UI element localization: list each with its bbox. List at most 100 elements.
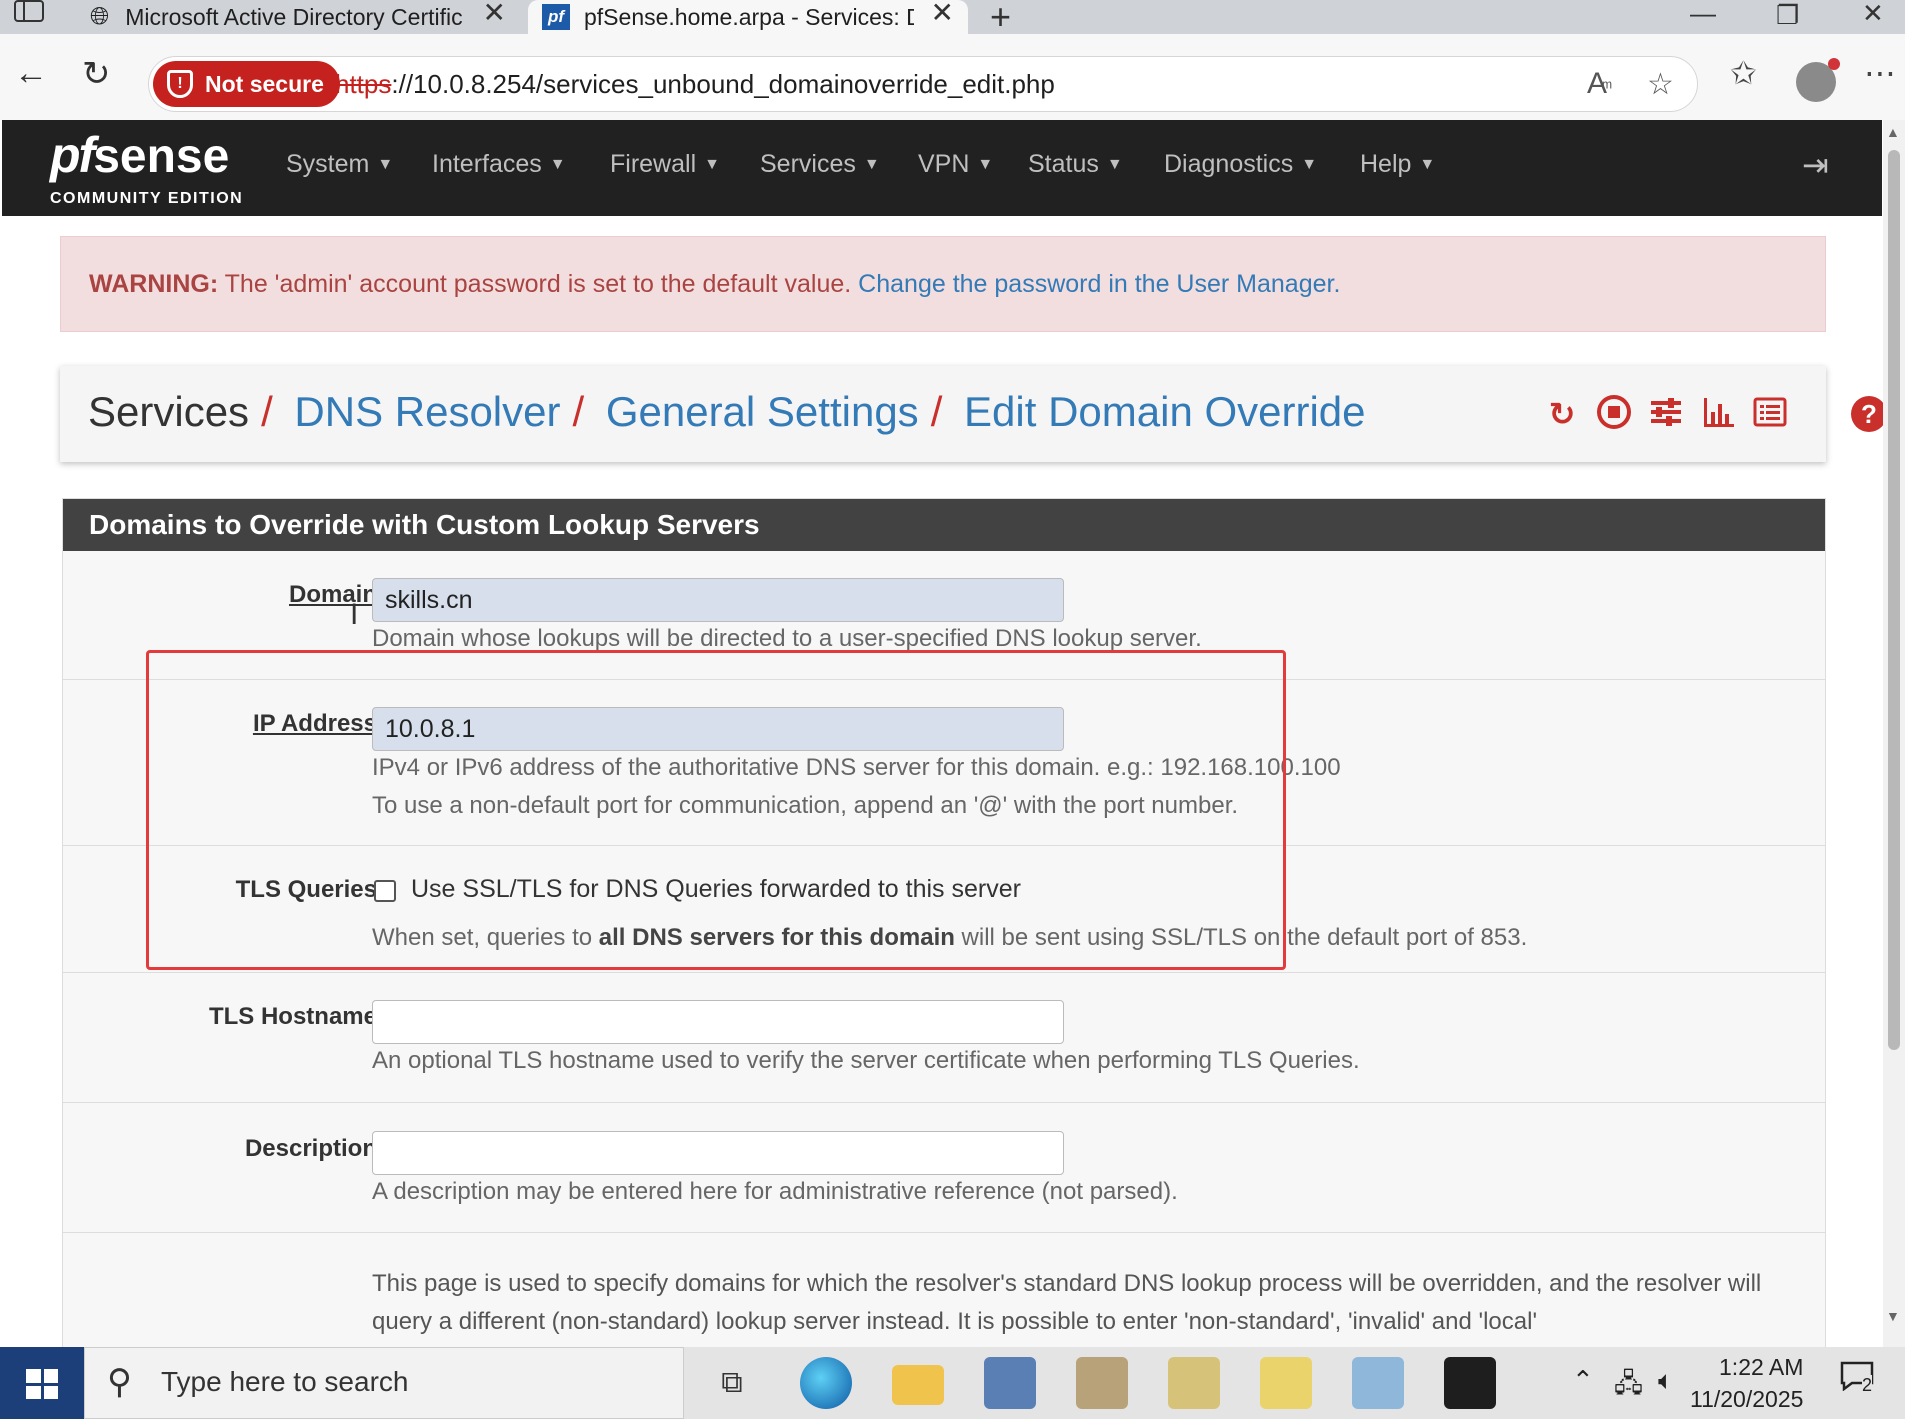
taskbar-clock[interactable]: 1:22 AM 11/20/2025 [1690,1351,1803,1415]
restore-icon[interactable]: ❐ [1776,0,1799,31]
logout-icon[interactable]: ⇥ [1802,146,1829,184]
not-secure-badge[interactable]: ! Not secure [153,61,340,107]
tls-hostname-row: TLS Hostname An optional TLS hostname us… [63,973,1825,1103]
address-bar-row: ← ↻ ! Not secure https://10.0.8.254/serv… [0,34,1905,120]
close-icon[interactable]: ✕ [931,0,954,27]
text-cursor-icon: I [350,598,359,631]
file-explorer-icon[interactable] [892,1365,944,1405]
show-hidden-icons-icon[interactable]: ⌃ [1572,1365,1594,1396]
notification-dot-icon [1828,58,1840,70]
window-close-icon[interactable]: ✕ [1862,0,1884,29]
domain-input[interactable] [372,578,1064,622]
default-password-warning: WARNING: The 'admin' account password is… [60,236,1826,332]
scroll-down-icon[interactable]: ▼ [1886,1308,1900,1324]
browser-tab-strip: 🌐︎ Microsoft Active Directory Certific ✕… [0,0,1905,37]
caret-down-icon: ▼ [863,156,880,174]
breadcrumb-general-settings[interactable]: General Settings [606,388,919,435]
refresh-icon[interactable]: ↻ [82,54,111,94]
ip-address-help-1: IPv4 or IPv6 address of the authoritativ… [372,754,1341,781]
description-label: Description [244,1135,377,1162]
menu-help[interactable]: Help ▼ [1360,150,1435,179]
search-icon: ⚲ [107,1363,132,1401]
address-bar[interactable]: ! Not secure https://10.0.8.254/services… [148,56,1698,112]
task-view-icon[interactable]: ⧉ [706,1357,758,1409]
domain-override-panel: Domains to Override with Custom Lookup S… [62,498,1826,1347]
taskbar-search-box[interactable]: ⚲ Type here to search [84,1347,684,1419]
tls-queries-checkbox-label[interactable]: Use SSL/TLS for DNS Queries forwarded to… [411,875,1021,904]
close-icon[interactable]: ✕ [483,0,506,27]
scrollbar-thumb[interactable] [1888,150,1900,1050]
sidebar-toggle-icon[interactable] [14,0,54,28]
back-arrow-icon[interactable]: ← [14,54,48,93]
caret-down-icon: ▼ [549,156,566,174]
log-list-icon[interactable] [1750,394,1790,434]
start-button[interactable] [0,1347,84,1419]
breadcrumb-services: Services [88,388,250,435]
domain-row: Domain Domain whose lookups will be dire… [63,551,1825,680]
certificate-app-icon[interactable] [1168,1357,1220,1409]
favorite-star-icon[interactable]: ☆ [1647,67,1674,102]
description-input[interactable] [372,1131,1064,1175]
ip-address-label[interactable]: IP Address [253,710,377,738]
tab-title: Microsoft Active Directory Certific [125,3,463,30]
notepad-icon[interactable] [1260,1357,1312,1409]
menu-firewall[interactable]: Firewall ▼ [610,150,720,179]
stop-service-icon[interactable] [1594,394,1634,434]
menu-system[interactable]: System ▼ [286,150,393,179]
tab-active-directory[interactable]: 🌐︎ Microsoft Active Directory Certific ✕ [80,0,520,34]
ip-address-row: IP Address IPv4 or IPv6 address of the a… [63,680,1825,846]
more-options-icon[interactable]: ⋯ [1864,54,1896,92]
command-prompt-icon[interactable] [1444,1357,1496,1409]
ip-address-input[interactable] [372,707,1064,751]
notification-count: 2 [1862,1375,1873,1396]
profile-avatar[interactable] [1796,58,1840,102]
read-aloud-icon[interactable]: Aͫ [1587,67,1607,101]
powershell-icon[interactable] [1352,1357,1404,1409]
notification-center-icon[interactable]: 2 [1840,1361,1884,1401]
breadcrumb-dns-resolver[interactable]: DNS Resolver [294,388,560,435]
menu-vpn[interactable]: VPN ▼ [918,150,993,179]
url-text[interactable]: https://10.0.8.254/services_unbound_doma… [335,69,1055,100]
caret-down-icon: ▼ [977,156,994,174]
settings-sliders-icon[interactable] [1646,394,1686,434]
tls-queries-checkbox[interactable] [374,880,396,902]
favorites-icon[interactable]: ✩ [1730,54,1757,92]
help-icon[interactable]: ? [1851,396,1887,432]
page-info-text: This page is used to specify domains for… [372,1270,1762,1335]
caret-down-icon: ▼ [704,156,720,174]
user-manager-link[interactable]: Change the password in the User Manager. [858,270,1340,298]
tab-pfsense[interactable]: pf pfSense.home.arpa - Services: DN ✕ [528,0,968,34]
pfsense-logo[interactable]: pfsense COMMUNITY EDITION [50,126,242,207]
menu-services[interactable]: Services ▼ [760,150,880,179]
minimize-icon[interactable]: — [1690,0,1716,29]
menu-diagnostics[interactable]: Diagnostics ▼ [1164,150,1317,179]
new-tab-icon[interactable]: + [990,0,1011,38]
domain-label[interactable]: Domain [289,581,377,609]
caret-down-icon: ▼ [1301,156,1318,174]
domain-help: Domain whose lookups will be directed to… [372,625,1202,652]
edge-browser-icon[interactable] [800,1357,852,1409]
volume-muted-icon[interactable]: 🔈︎ [1658,1365,1674,1397]
caret-down-icon: ▼ [377,156,394,174]
panel-title: Domains to Override with Custom Lookup S… [63,499,1825,551]
breadcrumb-edit-domain-override[interactable]: Edit Domain Override [964,388,1365,435]
windows-logo-icon [26,1369,58,1399]
tls-queries-row: TLS Queries Use SSL/TLS for DNS Queries … [63,846,1825,973]
pfsense-favicon-icon: pf [542,4,570,30]
restart-service-icon[interactable]: ↻ [1542,394,1582,434]
network-icon[interactable]: 🖧︎ [1614,1365,1643,1409]
description-row: Description A description may be entered… [63,1103,1825,1233]
description-help: A description may be entered here for ad… [372,1178,1178,1205]
caret-down-icon: ▼ [1106,156,1123,174]
tls-queries-help: When set, queries to all DNS servers for… [372,924,1528,951]
page-scrollbar[interactable]: ▲ ▼ [1883,120,1905,1347]
server-manager-icon[interactable] [984,1357,1036,1409]
menu-status[interactable]: Status ▼ [1028,150,1123,179]
scroll-up-icon[interactable]: ▲ [1886,124,1900,140]
menu-interfaces[interactable]: Interfaces ▼ [432,150,566,179]
ip-address-help-2: To use a non-default port for communicat… [372,792,1239,819]
status-chart-icon[interactable] [1698,394,1738,434]
page-viewport: pfsense COMMUNITY EDITION System ▼ Interf… [0,120,1905,1347]
tls-hostname-input[interactable] [372,1000,1064,1044]
network-folder-icon[interactable] [1076,1357,1128,1409]
